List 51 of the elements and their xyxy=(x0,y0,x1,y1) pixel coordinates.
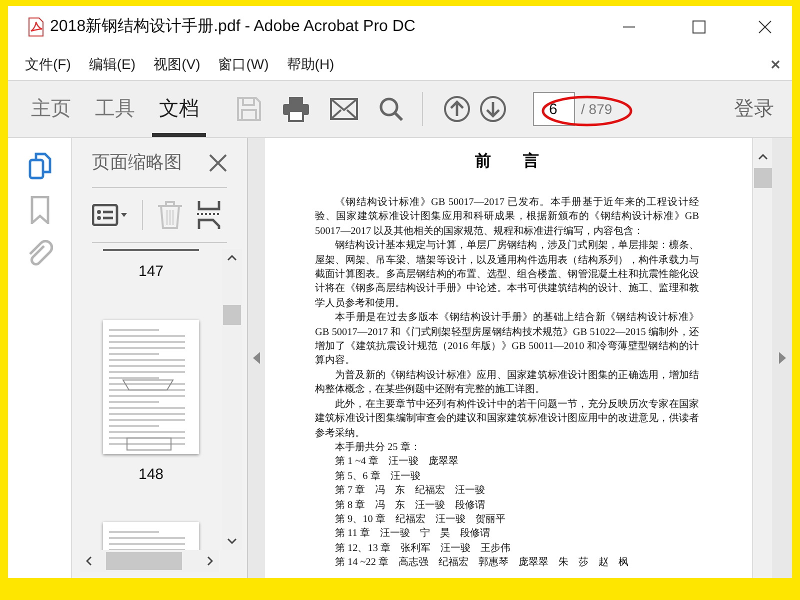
paragraph: 本手册是在过去多版本《钢结构设计手册》的基础上结合新《钢结构设计标准》GB 50017—2017 和《门式刚架轻型房屋钢结构技术规范》GB 51022—2015 编制外，还增加了《建筑抗震设计规范（2016 年版）》GB 50011—2010 和冷弯薄壁型钢结构的计算内容。 xyxy=(315,311,699,368)
close-icon[interactable] xyxy=(758,20,772,34)
window-title: 2018新钢结构设计手册.pdf - Adobe Acrobat Pro DC xyxy=(50,16,416,37)
chapter-credit: 第 11 章 汪一骏 宁 昊 段修谓 xyxy=(334,527,491,542)
sign-in-link[interactable]: 登录 xyxy=(734,94,774,124)
scrollbar-thumb[interactable] xyxy=(223,305,241,325)
chapter-credit: 第 5、6 章 汪一骏 xyxy=(334,470,422,484)
menu-item[interactable]: 编辑(E) xyxy=(88,54,137,74)
envelope-icon[interactable] xyxy=(330,98,358,120)
page-thumbnail[interactable] xyxy=(103,320,199,454)
paragraph: 《钢结构设计标准》GB 50017—2017 已发布。本手册基于近年来的工程设计经验、国家建筑标准设计图集应用和科研成果，根据新颁布的《钢结构设计标准》GB 50017—2017 以及其他相关的国家规范、规程和标准进行编写，内容包含： xyxy=(315,196,699,239)
collapse-left-icon[interactable] xyxy=(253,352,260,364)
paperclip-icon[interactable] xyxy=(26,240,52,268)
page-heading: 前 言 xyxy=(474,151,540,172)
scroll-right-icon[interactable] xyxy=(207,556,213,566)
chapter-credit: 第 14 ~22 章 高志强 纪福宏 郭惠琴 庞翠翠 朱 莎 赵 枫 xyxy=(334,556,630,570)
paragraph: 钢结构设计基本规定与计算，单层厂房钢结构，涉及门式刚架，单层排架：檩条、屋架、网架、吊车梁、墙架等设计，以及通用构件选用表（结构系列），构件承载力与截面计算图表。多高层钢结构的布置、选型、组合楼盖、钢管混凝土柱和抗震性能化设计将在《钢多高层结构设计手册》中论述。本书可供建筑结构的设计、施工、监理和教学人员参考和使用。 xyxy=(315,239,699,311)
tab[interactable]: 主页 xyxy=(24,81,78,137)
page-number: 147 xyxy=(138,262,164,282)
panel-title: 页面缩略图 xyxy=(92,151,182,174)
scroll-up-icon[interactable] xyxy=(227,255,237,261)
maximize-icon[interactable] xyxy=(692,20,706,34)
chapter-credit: 第 12、13 章 张利军 汪一骏 王步伟 xyxy=(334,542,512,556)
page-split-icon[interactable] xyxy=(197,201,221,229)
menu-item[interactable]: 帮助(H) xyxy=(286,54,336,74)
chapter-credit: 第 1 ~4 章 汪一骏 庞翠翠 xyxy=(334,455,460,470)
scrollbar-thumb[interactable] xyxy=(106,552,182,570)
search-icon[interactable] xyxy=(378,96,404,122)
scroll-left-icon[interactable] xyxy=(86,556,92,566)
menu-item[interactable]: 视图(V) xyxy=(152,54,202,74)
paragraph: 为普及新的《钢结构设计标准》应用、国家建筑标准设计图集的正确选用，增加结构整体概念，在某些例题中还附有完整的施工详图。 xyxy=(315,368,699,398)
chapter-credit: 第 9、10 章 纪福宏 汪一骏 贺丽平 xyxy=(334,512,506,527)
page-count: / 879 xyxy=(581,100,612,118)
paragraph: 此外，在主要章节中还列有构件设计中的若干问题一节，充分反映历次专家在国家建筑标准设计图集编制审查会的建议和国家建筑标准设计图应用中的改进意见，供读者参考采纳。 xyxy=(315,398,699,440)
tab[interactable]: 工具 xyxy=(88,81,142,137)
chapter-credit: 第 8 章 冯 东 汪一骏 段修谓 xyxy=(334,498,486,513)
scroll-down-icon[interactable] xyxy=(227,538,237,544)
close-icon[interactable] xyxy=(771,60,780,68)
vertical-scrollbar[interactable] xyxy=(752,138,772,578)
menu-item[interactable]: 窗口(W) xyxy=(217,54,270,74)
expand-right-icon[interactable] xyxy=(778,352,786,364)
page-number: 148 xyxy=(138,464,164,484)
scroll-up-icon[interactable] xyxy=(758,154,768,160)
chapter-credit: 第 7 章 冯 东 纪福宏 汪一骏 xyxy=(334,484,486,498)
scrollbar-thumb[interactable] xyxy=(754,168,772,188)
pages-icon[interactable] xyxy=(28,152,52,180)
paragraph: 本手册共分 25 章： xyxy=(334,440,422,455)
list-options-icon[interactable] xyxy=(92,204,128,226)
printer-icon[interactable] xyxy=(282,96,310,122)
pdf-file-icon xyxy=(28,17,44,37)
menu-item[interactable]: 文件(F) xyxy=(24,54,72,74)
